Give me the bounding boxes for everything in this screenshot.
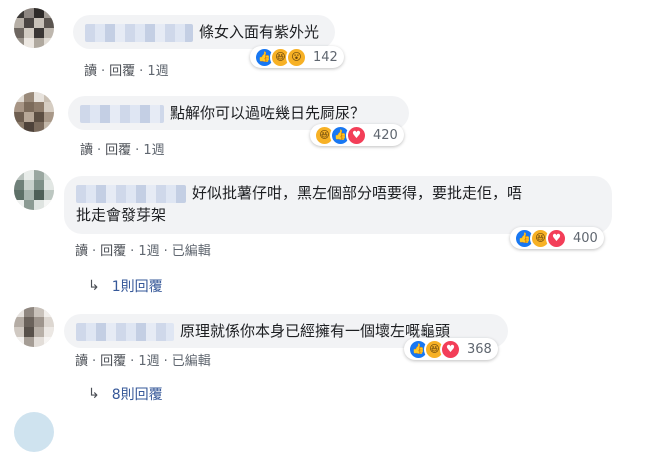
comment-bubble: 好似批薯仔咁，黑左個部分唔要得，要批走佢，唔 批走會發芽架 — [64, 176, 612, 234]
replies-count-label[interactable]: 8則回覆 — [112, 384, 163, 404]
comment-text: 點解你可以過咗幾日先屙尿？ — [170, 104, 366, 122]
reaction-count: 400 — [573, 230, 598, 246]
timestamp[interactable]: 1週 — [138, 244, 159, 259]
reply-link[interactable]: 回覆 — [100, 244, 126, 259]
love-icon: ♥ — [440, 338, 461, 360]
love-icon: ♥ — [546, 227, 567, 249]
commenter-name[interactable] — [85, 23, 193, 42]
comment-actions: 讀 · 回覆 · 1週 · 已編輯 — [75, 244, 211, 259]
commenter-name[interactable] — [76, 184, 186, 203]
reactions-summary[interactable]: 👍 😆 ♥ 400 — [510, 227, 604, 249]
edited-label[interactable]: 已編輯 — [172, 354, 211, 369]
reply-arrow-icon: ↳ — [88, 386, 100, 402]
read-link[interactable]: 讀 — [84, 64, 97, 79]
avatar[interactable] — [14, 170, 54, 210]
reply-link[interactable]: 回覆 — [100, 354, 126, 369]
reactions-summary[interactable]: 😆 👍 ♥ 420 — [310, 124, 404, 146]
edited-label[interactable]: 已編輯 — [172, 244, 211, 259]
timestamp[interactable]: 1週 — [143, 143, 164, 158]
view-replies-link[interactable]: ↳ 8則回覆 — [88, 384, 163, 404]
comment-text: 條女入面有紫外光 — [199, 23, 320, 41]
comment-actions: 讀 · 回覆 · 1週 — [84, 64, 169, 79]
reaction-count: 368 — [467, 341, 492, 357]
avatar[interactable] — [14, 412, 54, 452]
commenter-name[interactable] — [76, 322, 174, 341]
view-replies-link[interactable]: ↳ 1則回覆 — [88, 276, 163, 296]
reaction-count: 142 — [313, 49, 338, 65]
comment-text-line-1: 好似批薯仔咁，黑左個部分唔要得，要批走佢，唔 — [192, 184, 523, 202]
reply-link[interactable]: 回覆 — [105, 143, 131, 158]
comment-text: 原理就係你本身已經擁有一個壞左嘅龜頭 — [180, 322, 451, 340]
love-icon: ♥ — [346, 124, 367, 146]
read-link[interactable]: 讀 — [75, 244, 88, 259]
comment-actions: 讀 · 回覆 · 1週 · 已編輯 — [75, 354, 211, 369]
replies-count-label[interactable]: 1則回覆 — [112, 276, 163, 296]
avatar[interactable] — [14, 92, 54, 132]
avatar[interactable] — [14, 8, 54, 48]
timestamp[interactable]: 1週 — [147, 64, 168, 79]
reply-arrow-icon: ↳ — [88, 278, 100, 294]
comment-actions: 讀 · 回覆 · 1週 — [80, 143, 165, 158]
reply-link[interactable]: 回覆 — [109, 64, 135, 79]
reactions-summary[interactable]: 👍 😆 😮 142 — [250, 46, 344, 68]
commenter-name[interactable] — [80, 104, 164, 123]
comment-bubble: 條女入面有紫外光 — [73, 15, 335, 49]
read-link[interactable]: 讀 — [80, 143, 93, 158]
comment-text-line-2: 批走會發芽架 — [76, 206, 167, 224]
wow-icon: 😮 — [286, 46, 307, 68]
avatar[interactable] — [14, 307, 54, 347]
reactions-summary[interactable]: 👍 😆 ♥ 368 — [404, 338, 498, 360]
read-link[interactable]: 讀 — [75, 354, 88, 369]
reaction-count: 420 — [373, 127, 398, 143]
timestamp[interactable]: 1週 — [138, 354, 159, 369]
